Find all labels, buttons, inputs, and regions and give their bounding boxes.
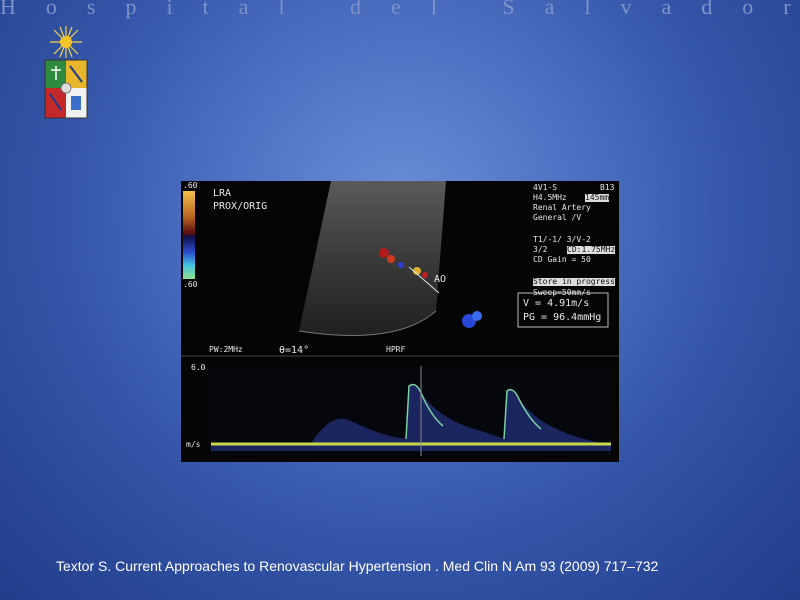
pressure-gradient-readout: PG = 96.4mmHg xyxy=(523,312,602,323)
angle-label: θ=14° xyxy=(279,345,310,356)
spectral-unit-label: m/s xyxy=(186,440,201,449)
location-label: LRA xyxy=(213,188,232,199)
scale-top-label: .60 xyxy=(183,181,198,190)
velocity-readout: V = 4.91m/s xyxy=(523,298,590,309)
pw-frequency-label: PW:2MHz xyxy=(209,345,243,354)
settings-sublabel: 3/2 xyxy=(533,245,548,254)
mode-label: HPRF xyxy=(386,345,406,354)
settings-label: T1/-1/ 3/V-2 xyxy=(533,235,591,244)
frequency-label: H4.5MHz xyxy=(533,193,567,202)
location-sublabel: PROX/ORIG xyxy=(213,201,268,212)
preset-label: Renal Artery xyxy=(533,203,591,212)
preset-sublabel: General /V xyxy=(533,213,582,222)
probe-label: 4V1-S xyxy=(533,183,558,192)
university-crest-icon xyxy=(40,24,92,124)
ultrasound-image: LRA PROX/ORIG .60 .60 4V1-S B13 H4.5MHz … xyxy=(181,181,619,462)
sweep-label: Sweep=50mm/s xyxy=(533,288,591,297)
depth-label: 145mm xyxy=(585,193,610,202)
slide-header-title: Hospital del Salvador xyxy=(0,0,800,19)
frame-number: B13 xyxy=(600,183,615,192)
cd-frequency-label: CD:1.75MHz xyxy=(567,245,616,254)
scale-bottom-label: .60 xyxy=(183,280,198,289)
aorta-label: AO xyxy=(434,274,447,285)
citation-caption: Textor S. Current Approaches to Renovasc… xyxy=(56,558,659,574)
store-status: Store in progress xyxy=(533,277,615,286)
spectral-scale-top: 6.0 xyxy=(191,363,206,372)
cd-gain-label: CD Gain = 50 xyxy=(533,255,591,264)
